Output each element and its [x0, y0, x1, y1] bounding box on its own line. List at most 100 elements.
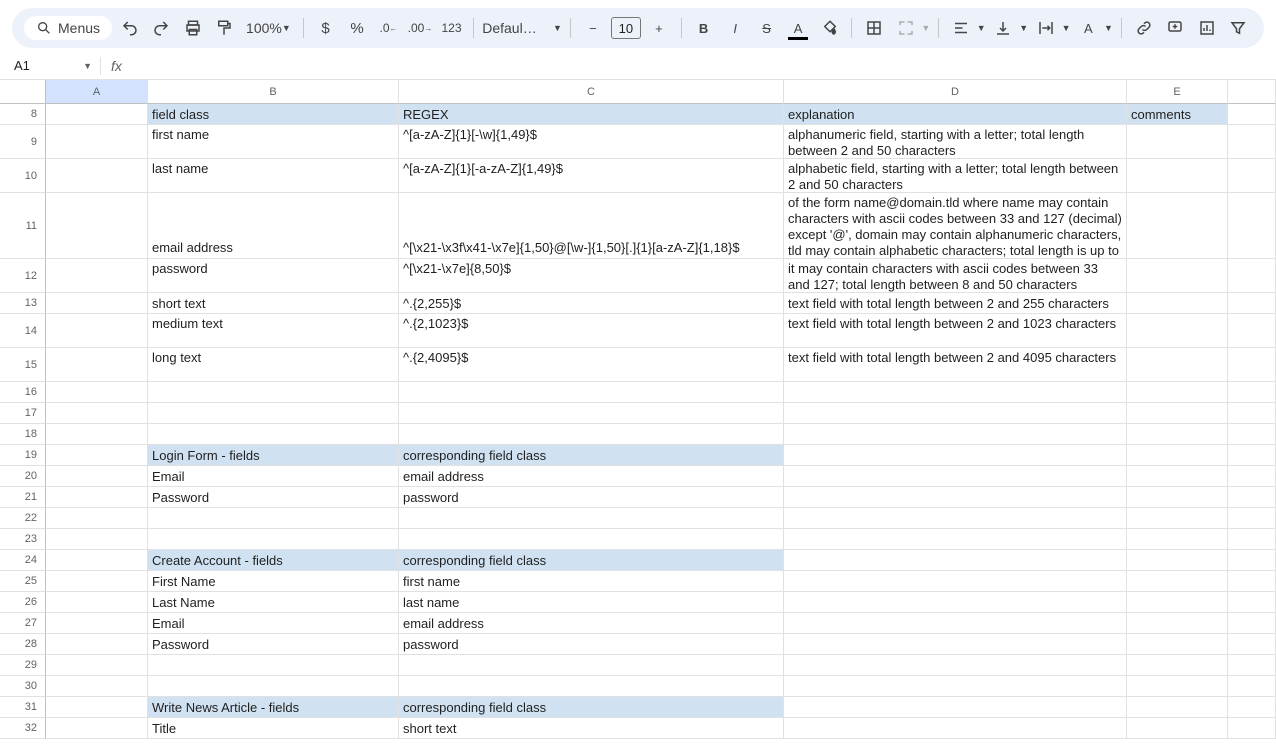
row-header[interactable]: 9 [0, 125, 46, 159]
rotate-button[interactable]: A [1075, 14, 1103, 42]
cell[interactable] [1127, 718, 1228, 739]
row-header[interactable]: 27 [0, 613, 46, 634]
cell[interactable] [1127, 382, 1228, 403]
cell[interactable] [784, 382, 1127, 403]
cell[interactable] [1228, 487, 1276, 508]
halign-button[interactable] [947, 14, 975, 42]
redo-button[interactable] [148, 14, 176, 42]
cell[interactable] [1127, 424, 1228, 445]
font-select[interactable]: Defaul… [482, 20, 551, 36]
cell[interactable] [399, 508, 784, 529]
cell[interactable]: ^[a-zA-Z]{1}[-\w]{1,49}$ [399, 125, 784, 159]
cell[interactable]: corresponding field class [399, 550, 784, 571]
cell[interactable]: Password [148, 634, 399, 655]
cell[interactable] [1228, 550, 1276, 571]
cell[interactable] [1127, 550, 1228, 571]
row-header[interactable]: 28 [0, 634, 46, 655]
cell[interactable]: First Name [148, 571, 399, 592]
cell[interactable] [148, 676, 399, 697]
cell[interactable]: ^.{2,255}$ [399, 293, 784, 314]
cell[interactable] [1127, 159, 1228, 193]
row-header[interactable]: 11 [0, 193, 46, 259]
cell[interactable] [784, 403, 1127, 424]
row-header[interactable]: 25 [0, 571, 46, 592]
print-button[interactable] [179, 14, 207, 42]
cell[interactable] [784, 634, 1127, 655]
cell[interactable] [784, 487, 1127, 508]
currency-button[interactable]: $ [312, 14, 340, 42]
cell[interactable]: Last Name [148, 592, 399, 613]
cell[interactable] [1127, 314, 1228, 348]
cell[interactable] [1127, 348, 1228, 382]
cell[interactable]: last name [399, 592, 784, 613]
cell[interactable]: Email [148, 613, 399, 634]
cell[interactable] [784, 655, 1127, 676]
cell[interactable] [1228, 445, 1276, 466]
row-header[interactable]: 20 [0, 466, 46, 487]
cell[interactable] [399, 403, 784, 424]
cell[interactable] [46, 613, 148, 634]
cell[interactable] [1127, 259, 1228, 293]
row-header[interactable]: 23 [0, 529, 46, 550]
cell[interactable]: text field with total length between 2 a… [784, 293, 1127, 314]
paint-format-button[interactable] [211, 14, 239, 42]
cell[interactable] [1127, 487, 1228, 508]
name-box[interactable]: A1 ▼ [0, 58, 100, 73]
cell[interactable] [399, 676, 784, 697]
increase-decimal-button[interactable]: .00→ [406, 14, 434, 42]
cell[interactable] [784, 571, 1127, 592]
row-header[interactable]: 26 [0, 592, 46, 613]
cell[interactable]: email address [148, 193, 399, 259]
cell[interactable] [784, 613, 1127, 634]
font-size-input[interactable]: 10 [611, 17, 641, 39]
cell[interactable] [399, 655, 784, 676]
cell[interactable]: password [148, 259, 399, 293]
cell[interactable] [46, 592, 148, 613]
cell[interactable] [46, 403, 148, 424]
column-header[interactable]: E [1127, 80, 1228, 104]
cell[interactable]: Title [148, 718, 399, 739]
cell[interactable]: ^.{2,4095}$ [399, 348, 784, 382]
cell[interactable] [784, 676, 1127, 697]
menus-button[interactable]: Menus [24, 16, 112, 40]
italic-button[interactable]: I [721, 14, 749, 42]
cell[interactable] [1228, 613, 1276, 634]
column-header[interactable]: B [148, 80, 399, 104]
column-header[interactable]: D [784, 80, 1127, 104]
cell[interactable]: explanation [784, 104, 1127, 125]
cell[interactable] [1127, 403, 1228, 424]
cell[interactable] [46, 348, 148, 382]
cell[interactable] [1127, 293, 1228, 314]
row-header[interactable]: 13 [0, 293, 46, 314]
decrease-font-button[interactable]: − [579, 14, 607, 42]
cell[interactable] [1127, 193, 1228, 259]
cell[interactable] [1127, 634, 1228, 655]
cell[interactable] [784, 445, 1127, 466]
cell[interactable]: email address [399, 613, 784, 634]
cell[interactable] [148, 508, 399, 529]
cell[interactable]: comments [1127, 104, 1228, 125]
cell[interactable]: corresponding field class [399, 445, 784, 466]
cell[interactable] [1127, 529, 1228, 550]
cell[interactable] [148, 403, 399, 424]
cell[interactable] [46, 125, 148, 159]
cell[interactable]: long text [148, 348, 399, 382]
cell[interactable] [46, 193, 148, 259]
cell[interactable]: REGEX [399, 104, 784, 125]
cell[interactable] [46, 571, 148, 592]
cell[interactable]: text field with total length between 2 a… [784, 314, 1127, 348]
fill-color-button[interactable] [816, 14, 844, 42]
row-header[interactable]: 17 [0, 403, 46, 424]
cell[interactable] [399, 529, 784, 550]
cell[interactable]: Login Form - fields [148, 445, 399, 466]
row-header[interactable]: 16 [0, 382, 46, 403]
valign-button[interactable] [990, 14, 1018, 42]
cell[interactable]: short text [148, 293, 399, 314]
merge-button[interactable] [892, 14, 920, 42]
cell[interactable]: alphabetic field, starting with a letter… [784, 159, 1127, 193]
cell[interactable]: ^[\x21-\x3f\x41-\x7e]{1,50}@[\w-]{1,50}[… [399, 193, 784, 259]
cell[interactable] [46, 676, 148, 697]
cell[interactable] [1228, 125, 1276, 159]
row-header[interactable]: 29 [0, 655, 46, 676]
cell[interactable]: it may contain characters with ascii cod… [784, 259, 1127, 293]
